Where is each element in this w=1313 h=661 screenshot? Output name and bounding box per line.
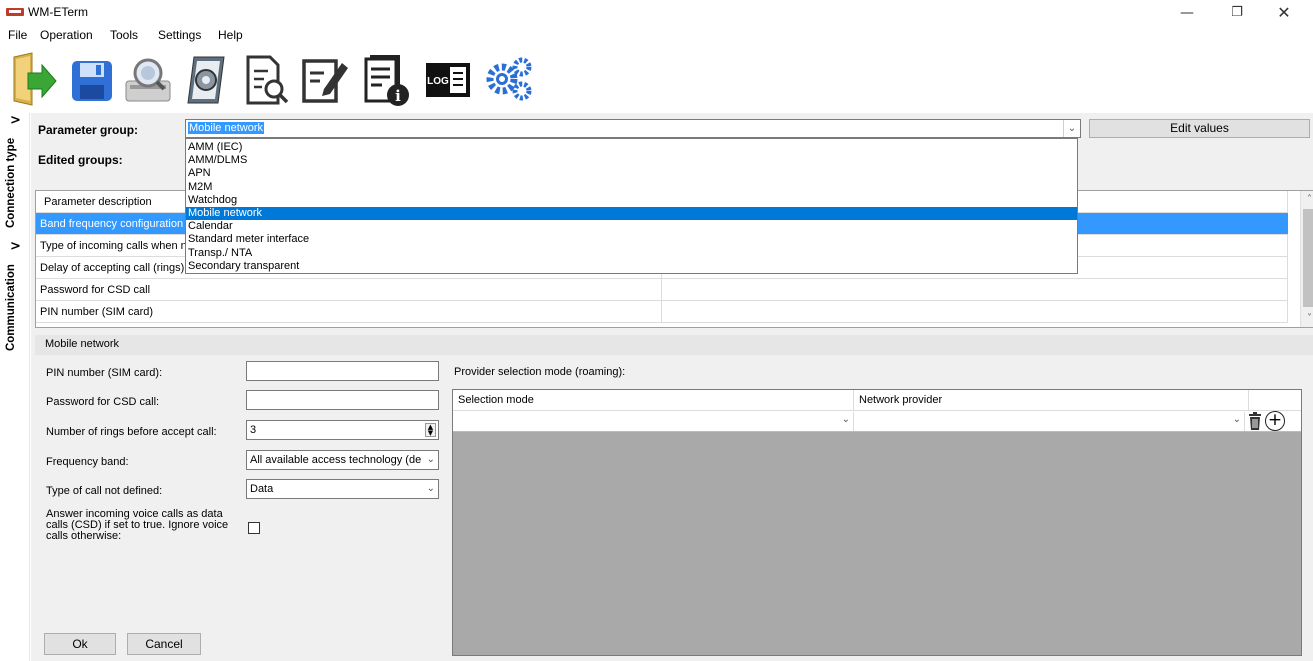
parameter-group-combo[interactable]: Mobile network ⌄ bbox=[185, 119, 1081, 138]
table-row[interactable]: Password for CSD call bbox=[36, 279, 1288, 301]
scroll-thumb[interactable] bbox=[1303, 209, 1313, 307]
rings-stepper[interactable]: 3 ▲ ▼ bbox=[246, 420, 439, 440]
add-icon[interactable]: + bbox=[1265, 411, 1285, 431]
chevron-down-icon: ⌄ bbox=[426, 483, 435, 494]
window-title: WM-ETerm bbox=[28, 5, 88, 19]
chevron-right-icon: > bbox=[10, 113, 21, 128]
grid-scrollbar[interactable]: ˄ ˅ bbox=[1300, 191, 1313, 327]
answer-checkbox[interactable] bbox=[248, 522, 260, 534]
menu-bar: File Operation Tools Settings Help bbox=[0, 26, 1313, 46]
provider-label: Provider selection mode (roaming): bbox=[454, 366, 626, 378]
edit-values-button[interactable]: Edit values bbox=[1089, 119, 1310, 138]
search-device-icon[interactable] bbox=[122, 51, 174, 109]
group-header: Mobile network bbox=[35, 335, 1313, 355]
edited-groups-label: Edited groups: bbox=[38, 153, 123, 167]
maximize-button[interactable]: ❐ bbox=[1215, 2, 1259, 24]
svg-text:i: i bbox=[395, 87, 401, 105]
dropdown-option[interactable]: APN bbox=[186, 167, 1077, 180]
dropdown-option[interactable]: M2M bbox=[186, 181, 1077, 194]
network-provider-select[interactable]: ⌄ bbox=[854, 412, 1245, 431]
settings-gears-icon[interactable] bbox=[484, 51, 536, 109]
cancel-button[interactable]: Cancel bbox=[127, 633, 201, 655]
title-bar: WM-ETerm — ❐ ✕ bbox=[0, 0, 1313, 26]
minimize-button[interactable]: — bbox=[1165, 2, 1209, 24]
firmware-icon[interactable] bbox=[180, 51, 232, 109]
document-info-icon[interactable]: i bbox=[360, 51, 412, 109]
open-folder-icon[interactable] bbox=[8, 51, 60, 109]
chevron-down-icon[interactable]: ⌄ bbox=[1063, 120, 1080, 137]
password-label: Password for CSD call: bbox=[46, 396, 160, 408]
rings-value: 3 bbox=[250, 424, 257, 436]
ok-button[interactable]: Ok bbox=[44, 633, 116, 655]
parameter-group-value: Mobile network bbox=[188, 122, 264, 134]
password-input[interactable] bbox=[246, 390, 439, 410]
menu-operation[interactable]: Operation bbox=[40, 28, 93, 42]
parameter-group-dropdown: AMM (IEC) AMM/DLMS APN M2M Watchdog Mobi… bbox=[185, 138, 1078, 274]
tab-communication[interactable]: > Communication bbox=[2, 239, 28, 359]
menu-help[interactable]: Help bbox=[218, 28, 243, 42]
pin-label: PIN number (SIM card): bbox=[46, 367, 163, 379]
chevron-down-icon: ⌄ bbox=[841, 414, 850, 425]
parameter-group-label: Parameter group: bbox=[38, 123, 139, 137]
table-row: ⌄ ⌄ + bbox=[453, 411, 1301, 432]
scroll-down-icon[interactable]: ˅ bbox=[1301, 310, 1313, 327]
tab-communication-label: Communication bbox=[5, 264, 17, 351]
menu-settings[interactable]: Settings bbox=[158, 28, 201, 42]
dropdown-option[interactable]: AMM/DLMS bbox=[186, 154, 1077, 167]
spinner-icon[interactable]: ▲ ▼ bbox=[425, 423, 436, 437]
table-row[interactable]: PIN number (SIM card) bbox=[36, 301, 1288, 323]
main-panel: Parameter group: Mobile network ⌄ Edit v… bbox=[31, 113, 1313, 661]
log-icon[interactable]: LOG bbox=[422, 51, 474, 109]
table-cell bbox=[662, 301, 1288, 323]
menu-tools[interactable]: Tools bbox=[110, 28, 138, 42]
scroll-up-icon[interactable]: ˄ bbox=[1301, 191, 1313, 208]
provider-grid-header: Selection mode Network provider bbox=[453, 390, 1301, 411]
pin-input[interactable] bbox=[246, 361, 439, 381]
toolbar: i LOG bbox=[0, 47, 1313, 113]
dropdown-option[interactable]: Transp./ NTA bbox=[186, 247, 1077, 260]
calltype-select[interactable]: Data ⌄ bbox=[246, 479, 439, 499]
document-preview-icon[interactable] bbox=[238, 51, 290, 109]
tab-connection-type[interactable]: > Connection type bbox=[2, 113, 28, 238]
band-select[interactable]: All available access technology (de ⌄ bbox=[246, 450, 439, 470]
chevron-right-icon: > bbox=[10, 239, 21, 254]
dropdown-option[interactable]: Calendar bbox=[186, 220, 1077, 233]
band-label: Frequency band: bbox=[46, 456, 129, 468]
chevron-down-icon: ⌄ bbox=[1232, 414, 1241, 425]
dropdown-option[interactable]: Secondary transparent bbox=[186, 260, 1077, 273]
provider-panel: Provider selection mode (roaming): Selec… bbox=[451, 357, 1313, 658]
log-icon-text: LOG bbox=[427, 76, 449, 87]
selection-mode-select[interactable]: ⌄ bbox=[453, 412, 854, 431]
calltype-label: Type of call not defined: bbox=[46, 485, 163, 497]
dropdown-option[interactable]: Watchdog bbox=[186, 194, 1077, 207]
dropdown-option[interactable]: Standard meter interface bbox=[186, 233, 1077, 246]
calltype-value: Data bbox=[250, 483, 274, 495]
column-header-network-provider[interactable]: Network provider bbox=[854, 390, 1249, 411]
provider-grid: Selection mode Network provider ⌄ ⌄ + bbox=[452, 389, 1302, 656]
column-header-selection-mode[interactable]: Selection mode bbox=[453, 390, 854, 411]
dropdown-option-selected[interactable]: Mobile network bbox=[186, 206, 1077, 221]
edit-document-icon[interactable] bbox=[298, 51, 350, 109]
rings-label: Number of rings before accept call: bbox=[46, 426, 217, 438]
trash-icon[interactable] bbox=[1247, 412, 1263, 431]
save-icon[interactable] bbox=[66, 51, 118, 109]
table-cell bbox=[662, 279, 1288, 301]
app-logo-icon bbox=[6, 8, 24, 16]
band-value: All available access technology (de bbox=[250, 454, 422, 466]
tab-connection-type-label: Connection type bbox=[5, 137, 17, 228]
table-cell: Password for CSD call bbox=[36, 279, 662, 301]
close-button[interactable]: ✕ bbox=[1262, 2, 1306, 24]
menu-file[interactable]: File bbox=[8, 28, 27, 42]
answer-label: Answer incoming voice calls as data call… bbox=[46, 508, 229, 542]
sidebar: > Connection type > Communication bbox=[0, 113, 30, 661]
table-cell: PIN number (SIM card) bbox=[36, 301, 662, 323]
chevron-down-icon: ⌄ bbox=[426, 454, 435, 465]
group-title: Mobile network bbox=[45, 338, 119, 350]
dropdown-option[interactable]: AMM (IEC) bbox=[186, 141, 1077, 154]
